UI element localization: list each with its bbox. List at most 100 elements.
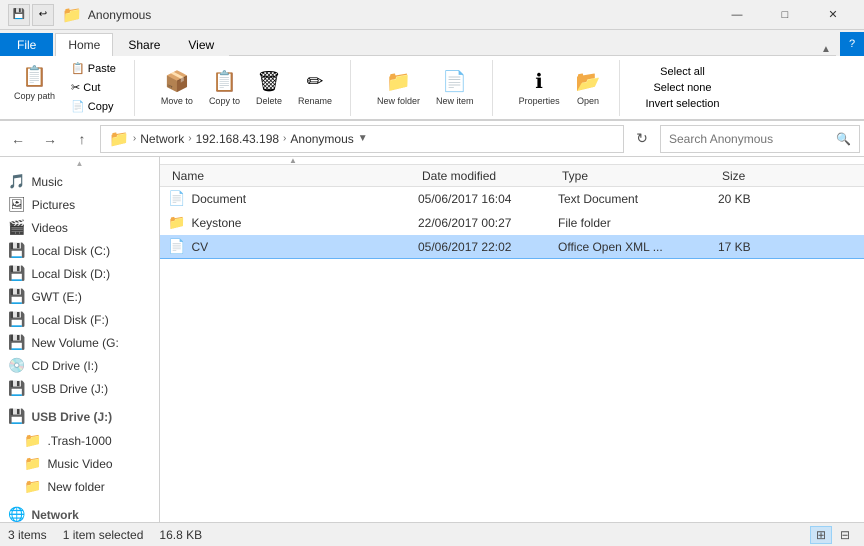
path-dropdown-chevron[interactable]: ▼ [358,133,368,144]
file-list-header: Name Date modified Type Size [160,165,864,187]
sidebar-item-cd-i[interactable]: 💿 CD Drive (I:) [0,354,159,377]
sidebar-item-usb-j[interactable]: 💾 USB Drive (J:) [0,377,159,400]
minimize-button[interactable]: — [714,0,760,30]
disk-icon: 💾 [8,265,25,282]
new-item-icon: 📄 [442,69,467,94]
new-folder-icon: 📁 [386,69,411,94]
ribbon: File Home Share View ▲ ? 📋 Copy path 📋 P… [0,30,864,121]
file-icon-document: 📄 [168,190,185,207]
up-button[interactable]: ↑ [68,125,96,153]
help-button[interactable]: ? [840,32,864,56]
col-header-date[interactable]: Date modified [418,167,558,185]
address-path[interactable]: 📁 › Network › 192.168.43.198 › Anonymous… [100,125,624,153]
paste-button[interactable]: 📋 Paste [65,60,122,77]
path-network[interactable]: Network [140,132,184,146]
sidebar: ▲ 🎵 Music 🖼 Pictures 🎬 Videos 💾 Local Di… [0,157,160,522]
file-list: ▲ Name Date modified Type Size 📄 Documen… [160,157,864,522]
sidebar-item-music-video[interactable]: 📁 Music Video [0,452,159,475]
usb-icon: 💾 [8,380,25,397]
move-to-button[interactable]: 📦 Move to [155,65,199,110]
path-root-icon: 📁 [109,129,129,149]
ribbon-collapse-button[interactable]: ▲ [816,44,836,56]
sidebar-item-pictures[interactable]: 🖼 Pictures [0,193,159,216]
disk-icon: 💾 [8,311,25,328]
sidebar-item-trash[interactable]: 📁 .Trash-1000 [0,429,159,452]
new-folder-button[interactable]: 📁 New folder [371,65,426,110]
tab-home[interactable]: Home [55,33,113,56]
pictures-icon: 🖼 [8,196,26,213]
cd-icon: 💿 [8,357,25,374]
sidebar-item-local-c[interactable]: 💾 Local Disk (C:) [0,239,159,262]
delete-button[interactable]: 🗑 Delete [250,65,288,110]
sidebar-label: Music Video [47,457,112,471]
copy-to-icon: 📋 [212,69,237,94]
tab-share[interactable]: Share [115,33,173,56]
sidebar-label: Local Disk (C:) [31,244,110,258]
open-button[interactable]: 📂 Open [570,65,607,110]
tab-file[interactable]: File [0,33,53,56]
select-all-button[interactable]: Select all [654,64,711,80]
new-item-button[interactable]: 📄 New item [430,65,480,110]
usb-drive-section-header[interactable]: 💾 USB Drive (J:) [0,404,159,429]
sidebar-item-gwt-e[interactable]: 💾 GWT (E:) [0,285,159,308]
path-arrow-1: › [133,133,136,144]
window-controls: — □ ✕ [714,0,856,29]
sidebar-label: CD Drive (I:) [31,359,98,373]
rename-icon: ✏ [307,69,324,94]
tab-view[interactable]: View [175,33,227,56]
file-row-cv[interactable]: 📄 CV 05/06/2017 22:02 Office Open XML ..… [160,235,864,259]
copy-to-button[interactable]: 📋 Copy to [203,65,246,110]
file-row-document[interactable]: 📄 Document 05/06/2017 16:04 Text Documen… [160,187,864,211]
organize-group: 📦 Move to 📋 Copy to 🗑 Delete ✏ Rename [155,60,351,116]
select-none-button[interactable]: Select none [647,80,717,96]
sidebar-item-new-volume-g[interactable]: 💾 New Volume (G: [0,331,159,354]
search-input[interactable] [669,132,836,146]
properties-button[interactable]: ℹ Properties [513,65,566,110]
clipboard-group: 📋 Copy path 📋 Paste ✂ Cut 📄 Copy [8,60,135,116]
sidebar-item-local-d[interactable]: 💾 Local Disk (D:) [0,262,159,285]
invert-selection-button[interactable]: Invert selection [640,96,726,112]
back-button[interactable]: ← [4,125,32,153]
file-type-keystone: File folder [558,216,611,230]
close-button[interactable]: ✕ [810,0,856,30]
view-large-icons-button[interactable]: ⊟ [834,526,856,544]
sidebar-item-music[interactable]: 🎵 Music [0,170,159,193]
copy-path-icon: 📋 [22,64,47,89]
sidebar-item-new-folder[interactable]: 📁 New folder [0,475,159,498]
undo-pin-button[interactable]: ↩ [32,4,54,26]
main-area: ▲ 🎵 Music 🖼 Pictures 🎬 Videos 💾 Local Di… [0,157,864,522]
col-header-size[interactable]: Size [718,167,798,185]
copy-button[interactable]: 📄 Copy [65,98,122,115]
col-header-name[interactable]: Name [168,167,418,185]
address-bar: ← → ↑ 📁 › Network › 192.168.43.198 › Ano… [0,121,864,157]
window-icon: 📁 [62,5,82,25]
view-buttons: ⊞ ⊟ [810,526,856,544]
rename-button[interactable]: ✏ Rename [292,65,338,110]
sidebar-item-videos[interactable]: 🎬 Videos [0,216,159,239]
sidebar-item-local-f[interactable]: 💾 Local Disk (F:) [0,308,159,331]
file-name-cv: CV [191,240,208,254]
cut-button[interactable]: ✂ Cut [65,79,122,96]
sidebar-label: New folder [47,480,104,494]
sidebar-label: .Trash-1000 [47,434,111,448]
sidebar-label: Local Disk (F:) [31,313,108,327]
network-section-header[interactable]: 🌐 Network [0,502,159,522]
view-details-button[interactable]: ⊞ [810,526,832,544]
sidebar-label: Music [31,175,62,189]
save-pin-button[interactable]: 💾 [8,4,30,26]
path-ip[interactable]: 192.168.43.198 [196,132,279,146]
forward-button[interactable]: → [36,125,64,153]
path-arrow-3: › [283,133,286,144]
open-icon: 📂 [576,69,601,94]
path-folder[interactable]: Anonymous [290,132,353,146]
folder-icon: 📁 [24,455,41,472]
delete-icon: 🗑 [256,69,281,94]
col-header-type[interactable]: Type [558,167,718,185]
new-group: 📁 New folder 📄 New item [371,60,493,116]
refresh-button[interactable]: ↻ [628,125,656,153]
file-row-keystone[interactable]: 📁 Keystone 22/06/2017 00:27 File folder [160,211,864,235]
maximize-button[interactable]: □ [762,0,808,30]
videos-icon: 🎬 [8,219,25,236]
copy-path-button[interactable]: 📋 Copy path [8,60,61,115]
ribbon-content: 📋 Copy path 📋 Paste ✂ Cut 📄 Copy 📦 Move … [0,56,864,120]
